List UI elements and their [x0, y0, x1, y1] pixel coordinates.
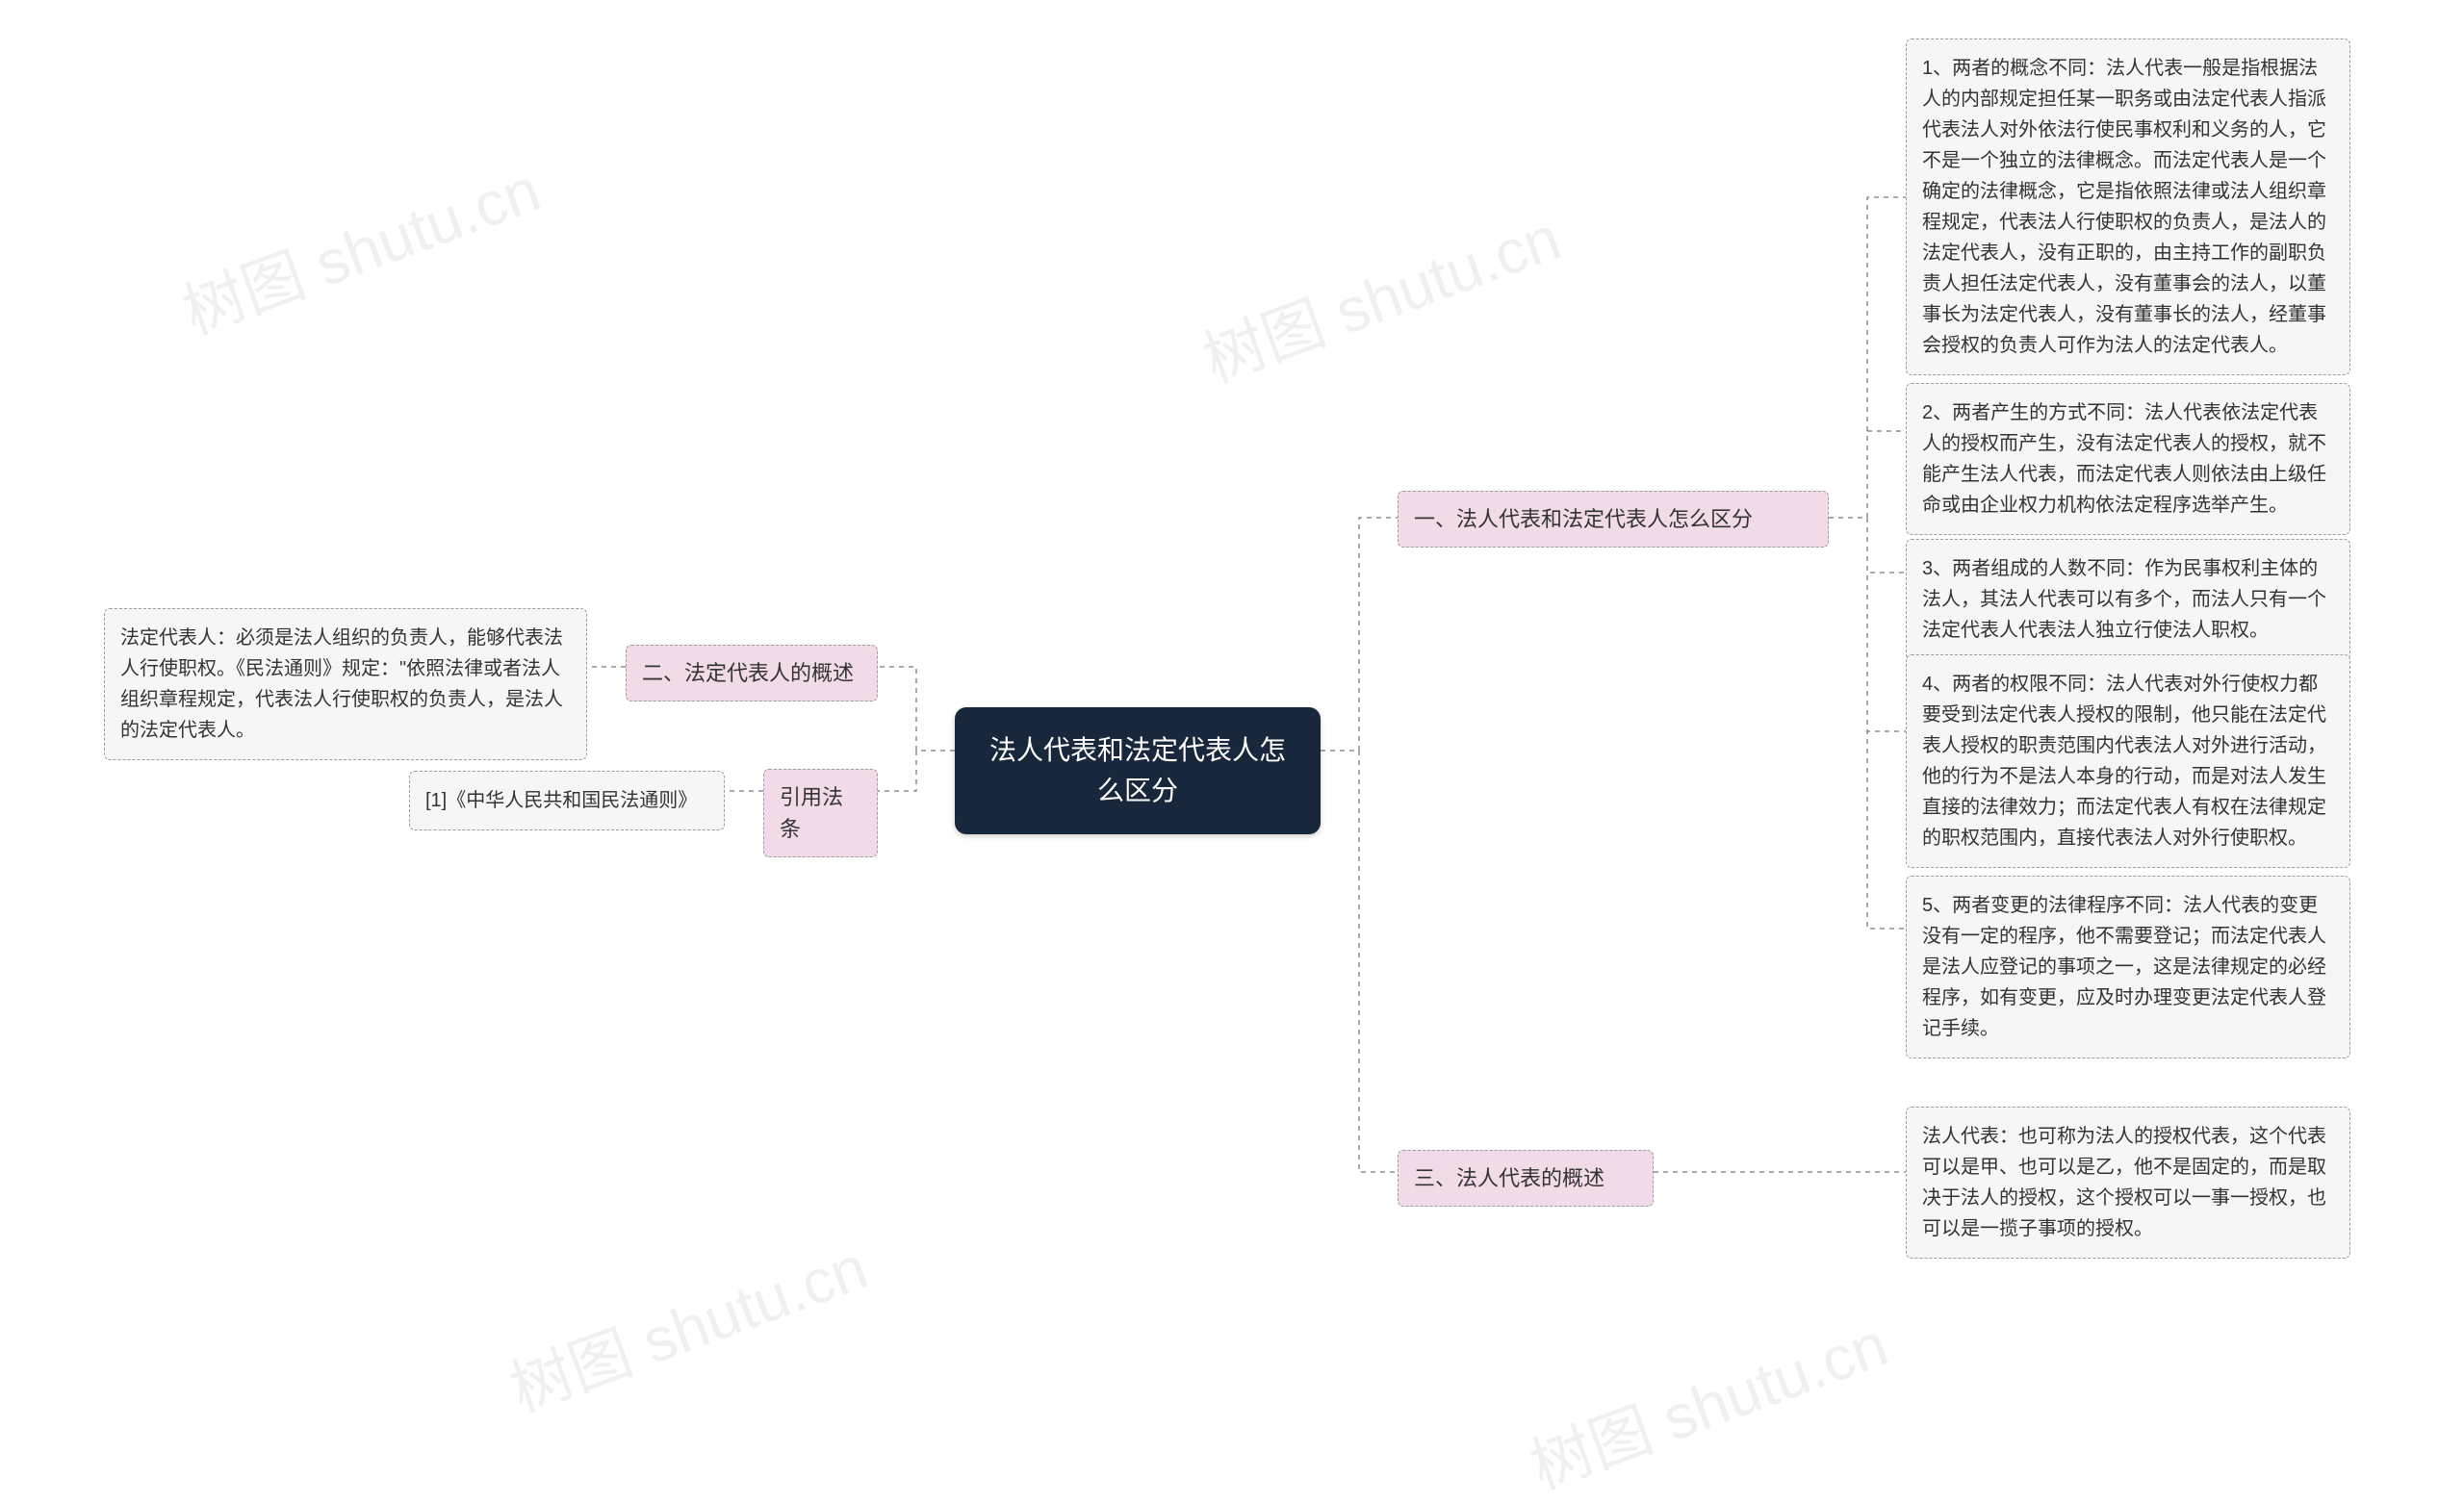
mindmap-canvas: 树图 shutu.cn 树图 shutu.cn 树图 shutu.cn 树图 s…: [0, 0, 2464, 1504]
branch-label: 一、法人代表和法定代表人怎么区分: [1414, 507, 1753, 531]
watermark: 树图 shutu.cn: [497, 1218, 878, 1429]
leaf-text: 5、两者变更的法律程序不同：法人代表的变更没有一定的程序，他不需要登记；而法定代…: [1922, 895, 2326, 1039]
leaf-s1-item-2[interactable]: 2、两者产生的方式不同：法人代表依法定代表人的授权而产生，没有法定代表人的授权，…: [1906, 383, 2350, 535]
leaf-text: 法人代表：也可称为法人的授权代表，这个代表可以是甲、也可以是乙，他不是固定的，而…: [1922, 1126, 2326, 1239]
leaf-text: 4、两者的权限不同：法人代表对外行使权力都要受到法定代表人授权的限制，他只能在法…: [1922, 674, 2326, 849]
branch-section-4[interactable]: 引用法条: [763, 769, 878, 857]
watermark: 树图 shutu.cn: [1190, 189, 1571, 399]
leaf-s1-item-3[interactable]: 3、两者组成的人数不同：作为民事权利主体的法人，其法人代表可以有多个，而法人只有…: [1906, 539, 2350, 660]
root-node[interactable]: 法人代表和法定代表人怎么区分: [955, 707, 1321, 834]
root-title: 法人代表和法定代表人怎么区分: [989, 735, 1286, 805]
leaf-text: 1、两者的概念不同：法人代表一般是指根据法人的内部规定担任某一职务或由法定代表人…: [1922, 58, 2326, 356]
branch-label: 三、法人代表的概述: [1414, 1166, 1604, 1190]
leaf-s1-item-1[interactable]: 1、两者的概念不同：法人代表一般是指根据法人的内部规定担任某一职务或由法定代表人…: [1906, 38, 2350, 375]
leaf-s2[interactable]: 法定代表人：必须是法人组织的负责人，能够代表法人行使职权。《民法通则》规定："依…: [104, 608, 587, 760]
leaf-s1-item-4[interactable]: 4、两者的权限不同：法人代表对外行使权力都要受到法定代表人授权的限制，他只能在法…: [1906, 654, 2350, 868]
leaf-s4[interactable]: [1]《中华人民共和国民法通则》: [409, 771, 725, 830]
watermark: 树图 shutu.cn: [1517, 1295, 1898, 1504]
leaf-text: 3、两者组成的人数不同：作为民事权利主体的法人，其法人代表可以有多个，而法人只有…: [1922, 558, 2326, 641]
branch-label: 引用法条: [780, 785, 843, 841]
leaf-text: [1]《中华人民共和国民法通则》: [425, 790, 697, 811]
branch-label: 二、法定代表人的概述: [642, 661, 854, 685]
branch-section-1[interactable]: 一、法人代表和法定代表人怎么区分: [1398, 491, 1829, 548]
branch-section-3[interactable]: 三、法人代表的概述: [1398, 1150, 1654, 1207]
watermark: 树图 shutu.cn: [169, 140, 551, 351]
leaf-s1-item-5[interactable]: 5、两者变更的法律程序不同：法人代表的变更没有一定的程序，他不需要登记；而法定代…: [1906, 876, 2350, 1058]
leaf-s3[interactable]: 法人代表：也可称为法人的授权代表，这个代表可以是甲、也可以是乙，他不是固定的，而…: [1906, 1107, 2350, 1259]
branch-section-2[interactable]: 二、法定代表人的概述: [626, 645, 878, 701]
leaf-text: 2、两者产生的方式不同：法人代表依法定代表人的授权而产生，没有法定代表人的授权，…: [1922, 402, 2326, 516]
leaf-text: 法定代表人：必须是法人组织的负责人，能够代表法人行使职权。《民法通则》规定："依…: [120, 627, 563, 741]
